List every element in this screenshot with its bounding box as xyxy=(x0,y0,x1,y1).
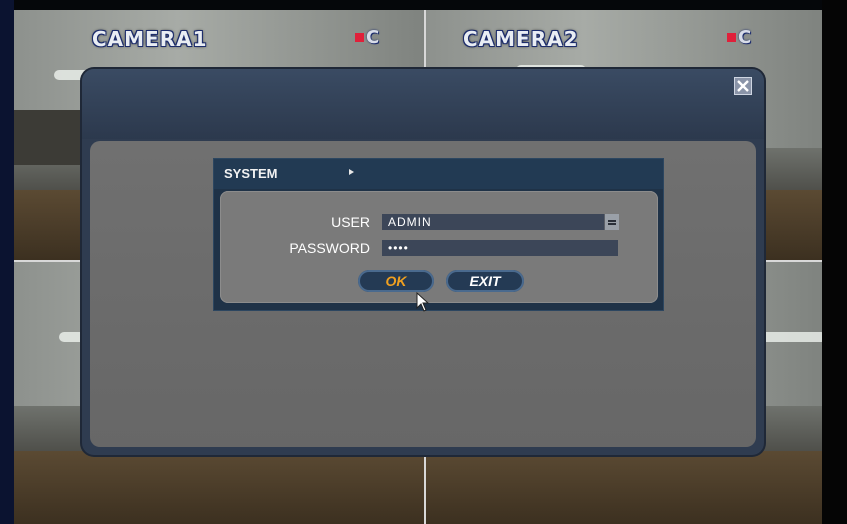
user-select[interactable]: ADMIN xyxy=(382,214,604,230)
panel-title: SYSTEM xyxy=(224,166,278,181)
ok-button-label: OK xyxy=(385,273,407,289)
login-form: USER ADMIN PASSWORD •••• OK EXIT xyxy=(220,191,658,303)
camera-scene-light xyxy=(756,332,822,342)
camera-1-status: C xyxy=(355,27,379,48)
close-button[interactable] xyxy=(734,77,752,95)
exit-button-label: EXIT xyxy=(469,273,501,289)
camera-2-label: CAMERA2 xyxy=(463,27,579,51)
mouse-cursor-icon xyxy=(416,292,430,312)
arrow-right-icon xyxy=(349,169,354,175)
user-label: USER xyxy=(331,214,370,230)
password-label: PASSWORD xyxy=(289,240,370,256)
camera-scene-desk xyxy=(14,450,424,524)
ok-button[interactable]: OK xyxy=(358,270,434,292)
close-icon xyxy=(737,80,749,92)
right-frame-bar xyxy=(822,0,847,524)
panel-header: SYSTEM xyxy=(214,159,663,189)
record-indicator-icon xyxy=(355,33,364,42)
spinner-icon xyxy=(608,222,616,225)
login-panel: SYSTEM USER ADMIN PASSWORD •••• OK EXIT xyxy=(213,158,664,311)
user-spinner[interactable] xyxy=(604,214,619,230)
camera-1-label: CAMERA1 xyxy=(92,27,208,51)
modal-title-bar xyxy=(82,69,764,139)
spinner-icon xyxy=(608,219,616,222)
left-frame-bar xyxy=(0,0,14,524)
camera-2-status: C xyxy=(727,27,751,48)
camera-1-indicator: C xyxy=(366,27,380,48)
password-field[interactable]: •••• xyxy=(382,240,618,256)
camera-2-indicator: C xyxy=(738,27,752,48)
camera-scene-desk xyxy=(426,450,822,524)
record-indicator-icon xyxy=(727,33,736,42)
exit-button[interactable]: EXIT xyxy=(446,270,524,292)
